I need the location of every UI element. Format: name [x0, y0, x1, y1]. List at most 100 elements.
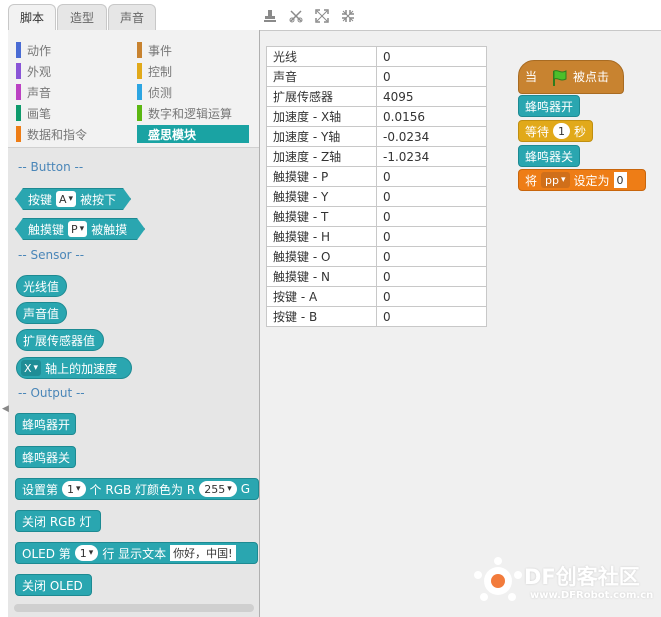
block-text: 轴上的加速度	[45, 361, 118, 376]
block-text: 按键	[28, 192, 53, 207]
oled-text-input[interactable]: 你好，中国!	[170, 545, 236, 561]
table-row: 触摸键 - O0	[266, 246, 487, 267]
block-text: 蜂鸣器关	[22, 450, 71, 465]
block-text: 光线值	[23, 279, 60, 294]
category-swatch	[16, 84, 21, 100]
wait-seconds-input[interactable]: 1	[553, 123, 571, 139]
sensor-name-cell: 按键 - A	[266, 286, 377, 307]
category-swatch	[137, 105, 142, 121]
category-label: 侦测	[148, 85, 173, 100]
block-text: 关闭 RGB 灯	[22, 514, 92, 529]
sensor-name-cell: 光线	[266, 46, 377, 67]
section-output-label: -- Output --	[18, 386, 85, 400]
category-data[interactable]: 数据和指令	[16, 125, 126, 143]
category-pen[interactable]: 画笔	[16, 104, 126, 122]
sensor-name-cell: 触摸键 - P	[266, 166, 377, 187]
oled-line-dropdown[interactable]: 1	[74, 545, 99, 561]
sensor-value-cell: 0	[376, 166, 487, 187]
category-sound[interactable]: 声音	[16, 83, 126, 101]
block-ext-sensor-value[interactable]: 扩展传感器值	[16, 329, 104, 351]
block-buzzer-on[interactable]: 蜂鸣器开	[15, 413, 76, 435]
sensor-name-cell: 触摸键 - H	[266, 226, 377, 247]
category-events[interactable]: 事件	[137, 41, 249, 59]
category-sensing[interactable]: 侦测	[137, 83, 249, 101]
tab-sounds[interactable]: 声音	[108, 4, 156, 30]
category-motion[interactable]: 动作	[16, 41, 126, 59]
sensor-value-cell: 0	[376, 226, 487, 247]
sensor-name-cell: 扩展传感器	[266, 86, 377, 107]
block-text: 蜂鸣器开	[22, 417, 71, 432]
block-sound-value[interactable]: 声音值	[16, 302, 67, 324]
sensor-value-cell: 0	[376, 46, 487, 67]
table-row: 光线 0	[266, 46, 487, 67]
tab-costumes-label: 造型	[69, 11, 94, 25]
block-light-value[interactable]: 光线值	[16, 275, 67, 297]
shrink-icon[interactable]	[340, 8, 356, 24]
sensor-value-cell: -1.0234	[376, 146, 487, 167]
category-looks[interactable]: 外观	[16, 62, 126, 80]
script-buzzer-on[interactable]: 蜂鸣器开	[518, 95, 580, 117]
script-buzzer-off[interactable]: 蜂鸣器关	[518, 145, 580, 167]
led-index-dropdown[interactable]: 1	[62, 481, 86, 497]
category-swatch	[137, 126, 142, 142]
sensor-value-cell: 0	[376, 266, 487, 287]
table-row: 触摸键 - Y0	[266, 186, 487, 207]
input-value: 0	[616, 173, 624, 187]
variable-value-input[interactable]: 0	[613, 172, 627, 188]
category-swatch	[137, 84, 142, 100]
block-button-pressed[interactable]: 按键 A 被按下	[15, 188, 131, 210]
script-wait[interactable]: 等待 1 秒	[518, 120, 593, 142]
block-set-rgb[interactable]: 设置第 1 个 RGB 灯颜色为 R 255 G	[15, 478, 259, 500]
category-label: 盛思模块	[148, 127, 197, 142]
dropdown-value: pp	[545, 173, 559, 187]
grow-icon[interactable]	[314, 8, 330, 24]
block-text: 行 显示文本	[102, 546, 167, 561]
palette-scrollbar[interactable]	[14, 604, 254, 612]
input-value: 1	[558, 124, 566, 138]
block-touch-pressed[interactable]: 触摸键 P 被触摸	[15, 218, 145, 240]
sensor-value-cell: 0	[376, 206, 487, 227]
category-mpython-module[interactable]: 盛思模块	[137, 125, 249, 143]
sensor-name-cell: 触摸键 - T	[266, 206, 377, 227]
script-set-variable[interactable]: 将 pp 设定为 0	[518, 169, 646, 191]
collapse-arrow-icon[interactable]: ◀	[2, 404, 9, 418]
sensor-value-cell: 0	[376, 66, 487, 87]
block-oled-off[interactable]: 关闭 OLED	[15, 574, 92, 596]
section-sensor-label: -- Sensor --	[18, 248, 85, 262]
category-control[interactable]: 控制	[137, 62, 249, 80]
block-text: 扩展传感器值	[23, 333, 96, 348]
table-row: 触摸键 - T0	[266, 206, 487, 227]
axis-dropdown[interactable]: X	[21, 360, 42, 376]
tab-scripts-label: 脚本	[19, 11, 44, 25]
category-label: 控制	[148, 64, 173, 79]
category-operators[interactable]: 数字和逻辑运算	[137, 104, 249, 122]
button-dropdown[interactable]: A	[56, 191, 76, 207]
sensor-name-cell: 声音	[266, 66, 377, 87]
block-axis-accel[interactable]: X 轴上的加速度	[16, 357, 132, 379]
sensor-name-cell: 加速度 - X轴	[266, 106, 377, 127]
tab-costumes[interactable]: 造型	[57, 4, 107, 30]
scissors-icon[interactable]	[288, 8, 304, 24]
sensor-value-cell: 0.0156	[376, 106, 487, 127]
sensor-value-cell: -0.0234	[376, 126, 487, 147]
block-text: 秒	[574, 124, 587, 139]
block-buzzer-off[interactable]: 蜂鸣器关	[15, 446, 76, 468]
stamp-icon[interactable]	[262, 8, 278, 24]
block-when-flag-clicked[interactable]: 当 被点击	[518, 60, 624, 94]
block-oled-text[interactable]: OLED 第 1 行 显示文本 你好，中国!	[15, 542, 258, 564]
category-label: 声音	[27, 85, 52, 100]
sensor-value-cell: 0	[376, 246, 487, 267]
block-text: 个 RGB 灯颜色为 R	[89, 482, 196, 497]
input-value: 你好，中国!	[173, 547, 233, 560]
variable-dropdown[interactable]: pp	[541, 172, 570, 188]
scratch-editor: 脚本 造型 声音 动作 事件 外观 控制 声音 侦测 画笔 数字和逻辑运算 数据…	[0, 0, 661, 617]
sensor-name-cell: 触摸键 - Y	[266, 186, 377, 207]
block-rgb-off[interactable]: 关闭 RGB 灯	[15, 510, 101, 532]
tab-scripts[interactable]: 脚本	[8, 4, 56, 30]
touch-dropdown[interactable]: P	[68, 221, 87, 237]
dropdown-value: 1	[67, 482, 75, 496]
red-value-input[interactable]: 255	[199, 481, 237, 497]
block-text: 设置第	[22, 482, 59, 497]
sensor-name-cell: 触摸键 - N	[266, 266, 377, 287]
block-text: OLED 第	[22, 546, 71, 561]
